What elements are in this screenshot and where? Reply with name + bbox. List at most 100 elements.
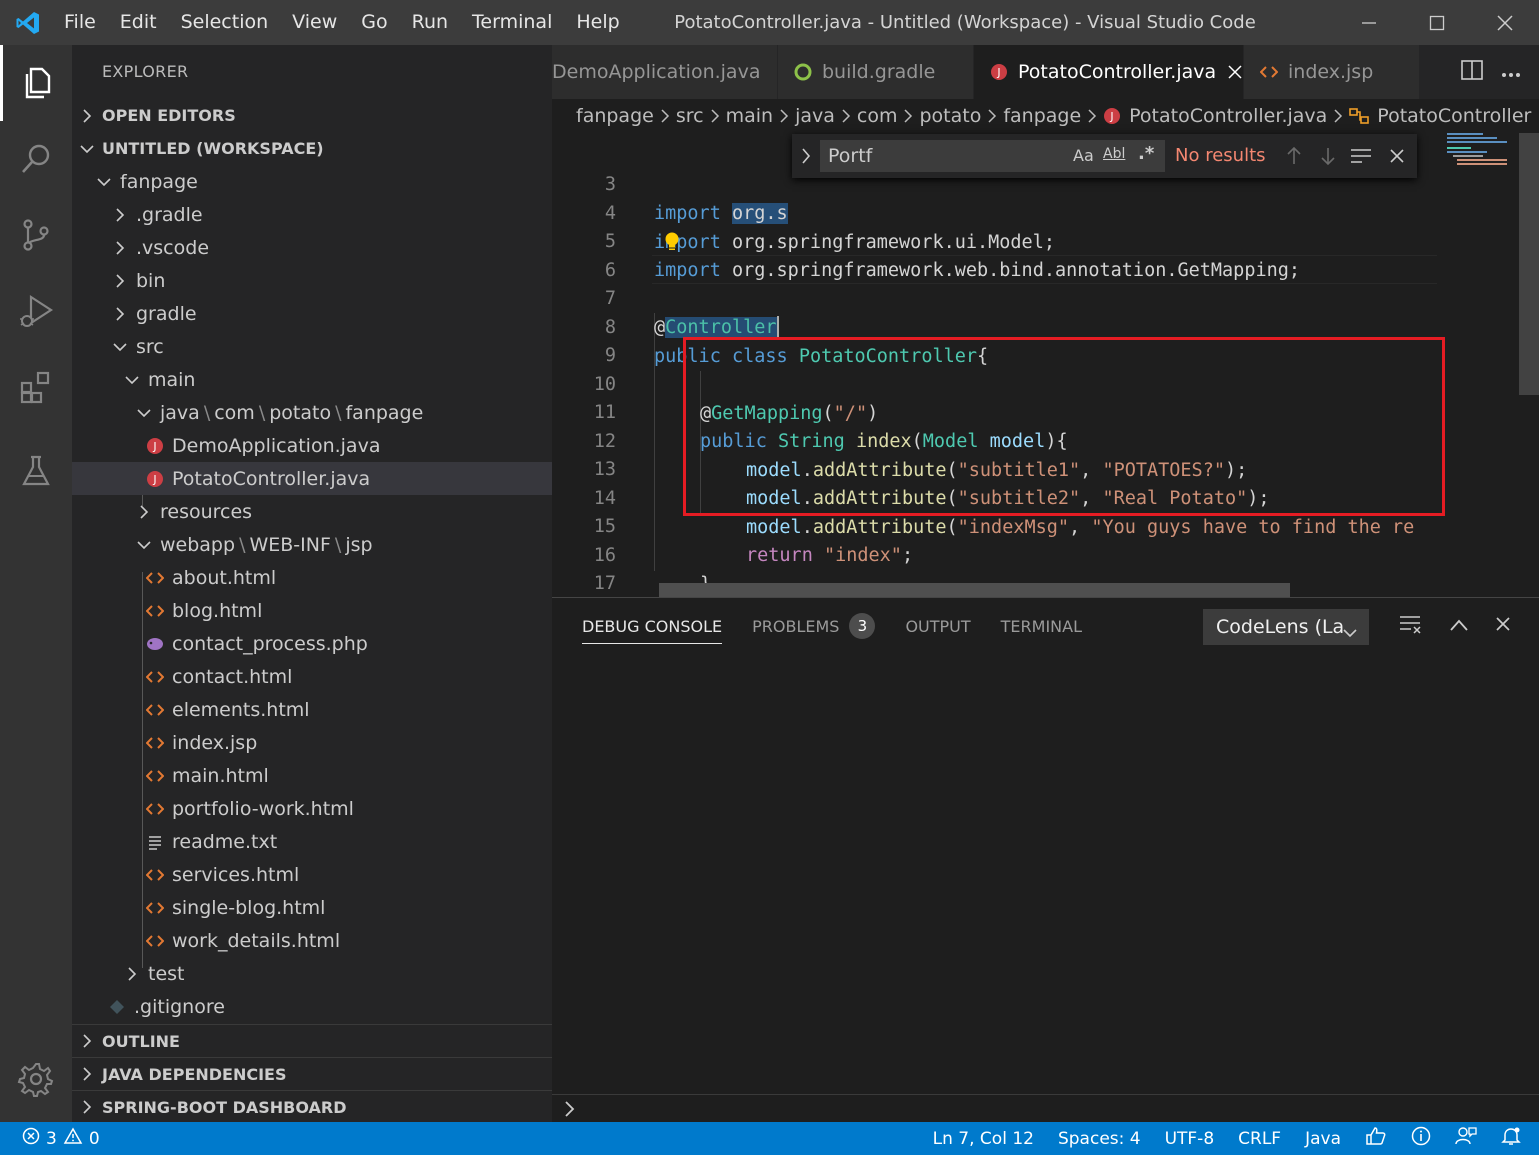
- tree-file[interactable]: portfolio-work.html: [72, 792, 552, 825]
- debug-console-filter-select[interactable]: CodeLens (La: [1203, 609, 1369, 645]
- tree-file[interactable]: index.jsp: [72, 726, 552, 759]
- breadcrumb-item[interactable]: src: [676, 105, 704, 127]
- find-in-selection-icon[interactable]: [1350, 148, 1372, 168]
- find-input[interactable]: Portf Aa Abl .*: [820, 140, 1165, 172]
- tree-folder-gradle[interactable]: gradle: [72, 297, 552, 330]
- editor-actions: [1461, 45, 1539, 99]
- tree-folder-vscode[interactable]: .vscode: [72, 231, 552, 264]
- tab-demo-application[interactable]: DemoApplication.java: [552, 45, 778, 99]
- close-window-button[interactable]: [1471, 0, 1539, 45]
- language-mode[interactable]: Java: [1305, 1129, 1341, 1149]
- tree-file[interactable]: elements.html: [72, 693, 552, 726]
- outline-section[interactable]: OUTLINE: [72, 1024, 552, 1057]
- breadcrumb-item[interactable]: fanpage: [576, 105, 654, 127]
- tree-folder-webapp[interactable]: webapp \ WEB-INF \ jsp: [72, 528, 552, 561]
- split-editor-icon[interactable]: [1461, 60, 1483, 84]
- menu-go[interactable]: Go: [349, 0, 399, 45]
- tree-file-gitignore[interactable]: .gitignore: [72, 990, 552, 1023]
- tree-file[interactable]: single-blog.html: [72, 891, 552, 924]
- explorer-activity[interactable]: [0, 45, 72, 121]
- debug-console-input[interactable]: [552, 1094, 1539, 1123]
- tree-file[interactable]: work_details.html: [72, 924, 552, 957]
- manage-activity[interactable]: [0, 1041, 72, 1117]
- tree-folder-src[interactable]: src: [72, 330, 552, 363]
- end-of-line[interactable]: CRLF: [1238, 1129, 1281, 1149]
- notifications-bell-icon[interactable]: [1501, 1126, 1521, 1151]
- open-editors-section[interactable]: OPEN EDITORS: [72, 99, 552, 132]
- status-right: Ln 7, Col 12 Spaces: 4 UTF-8 CRLF Java: [933, 1122, 1521, 1155]
- run-debug-activity[interactable]: [0, 273, 72, 349]
- next-match-icon[interactable]: [1320, 146, 1336, 170]
- tree-file[interactable]: blog.html: [72, 594, 552, 627]
- tree-file-potato-controller[interactable]: J PotatoController.java: [72, 462, 552, 495]
- testing-activity[interactable]: [0, 433, 72, 509]
- menu-selection[interactable]: Selection: [169, 0, 281, 45]
- tab-build-gradle[interactable]: build.gradle: [778, 45, 974, 99]
- search-activity[interactable]: [0, 121, 72, 197]
- tab-potato-controller[interactable]: J PotatoController.java: [974, 45, 1244, 99]
- breadcrumb-item[interactable]: com: [857, 105, 898, 127]
- breadcrumb-item[interactable]: potato: [919, 105, 981, 127]
- tree-folder-fanpage[interactable]: fanpage: [72, 165, 552, 198]
- maximize-button[interactable]: [1403, 0, 1471, 45]
- spring-boot-dashboard-section[interactable]: SPRING-BOOT DASHBOARD: [72, 1090, 552, 1123]
- tree-folder-gradle-hidden[interactable]: .gradle: [72, 198, 552, 231]
- workspace-section[interactable]: UNTITLED (WORKSPACE): [72, 132, 552, 165]
- java-dependencies-section[interactable]: JAVA DEPENDENCIES: [72, 1057, 552, 1090]
- close-find-icon[interactable]: [1389, 148, 1405, 168]
- breadcrumb-item[interactable]: main: [726, 105, 773, 127]
- info-icon[interactable]: [1411, 1126, 1431, 1151]
- minimap[interactable]: [1437, 133, 1517, 597]
- regex-toggle[interactable]: .*: [1138, 143, 1154, 164]
- tree-file[interactable]: readme.txt: [72, 825, 552, 858]
- menu-view[interactable]: View: [280, 0, 349, 45]
- menu-terminal[interactable]: Terminal: [460, 0, 564, 45]
- tree-file[interactable]: contact.html: [72, 660, 552, 693]
- vertical-scrollbar-thumb[interactable]: [1519, 133, 1539, 395]
- maximize-panel-icon[interactable]: [1449, 617, 1469, 636]
- extensions-activity[interactable]: [0, 349, 72, 425]
- tree-folder-bin[interactable]: bin: [72, 264, 552, 297]
- code-line: 16 }: [593, 545, 711, 595]
- close-panel-icon[interactable]: [1495, 616, 1511, 636]
- cursor-position[interactable]: Ln 7, Col 12: [933, 1129, 1034, 1149]
- menu-file[interactable]: File: [56, 0, 108, 45]
- tab-problems[interactable]: PROBLEMS 3: [752, 598, 876, 654]
- breadcrumb-item[interactable]: PotatoController: [1377, 105, 1531, 127]
- menu-run[interactable]: Run: [400, 0, 460, 45]
- breadcrumb-item[interactable]: fanpage: [1003, 105, 1081, 127]
- menu-edit[interactable]: Edit: [108, 0, 169, 45]
- tree-folder-resources[interactable]: resources: [72, 495, 552, 528]
- tree-file[interactable]: services.html: [72, 858, 552, 891]
- close-tab-icon[interactable]: [1228, 65, 1242, 79]
- more-actions-icon[interactable]: [1501, 63, 1521, 82]
- source-control-activity[interactable]: [0, 197, 72, 273]
- clear-console-icon[interactable]: [1399, 614, 1423, 638]
- feedback-icon[interactable]: [1455, 1126, 1477, 1151]
- text-file-icon: [144, 834, 166, 850]
- tree-folder-java-package[interactable]: java \ com \ potato \ fanpage: [72, 396, 552, 429]
- toggle-replace-icon[interactable]: [800, 147, 812, 169]
- chevron-right-icon: [134, 504, 154, 520]
- thumbs-up-icon[interactable]: [1365, 1126, 1387, 1151]
- breadcrumb-item[interactable]: java: [795, 105, 835, 127]
- tab-debug-console[interactable]: DEBUG CONSOLE: [582, 598, 723, 654]
- previous-match-icon[interactable]: [1286, 146, 1302, 170]
- tab-output[interactable]: OUTPUT: [905, 598, 970, 654]
- tree-file[interactable]: main.html: [72, 759, 552, 792]
- problems-status[interactable]: 3 0: [22, 1122, 100, 1155]
- tab-index-jsp[interactable]: index.jsp: [1244, 45, 1420, 99]
- minimize-button[interactable]: [1335, 0, 1403, 45]
- tree-folder-test[interactable]: test: [72, 957, 552, 990]
- tab-terminal[interactable]: TERMINAL: [1001, 598, 1082, 654]
- indentation[interactable]: Spaces: 4: [1058, 1129, 1141, 1149]
- tree-file-demo-application[interactable]: J DemoApplication.java: [72, 429, 552, 462]
- tree-file[interactable]: contact_process.php: [72, 627, 552, 660]
- breadcrumb-item[interactable]: PotatoController.java: [1129, 105, 1327, 127]
- tree-file[interactable]: about.html: [72, 561, 552, 594]
- horizontal-scrollbar-thumb[interactable]: [659, 583, 1290, 597]
- encoding[interactable]: UTF-8: [1165, 1129, 1215, 1149]
- whole-word-toggle[interactable]: Abl: [1103, 146, 1125, 162]
- match-case-toggle[interactable]: Aa: [1073, 146, 1094, 165]
- tree-folder-main[interactable]: main: [72, 363, 552, 396]
